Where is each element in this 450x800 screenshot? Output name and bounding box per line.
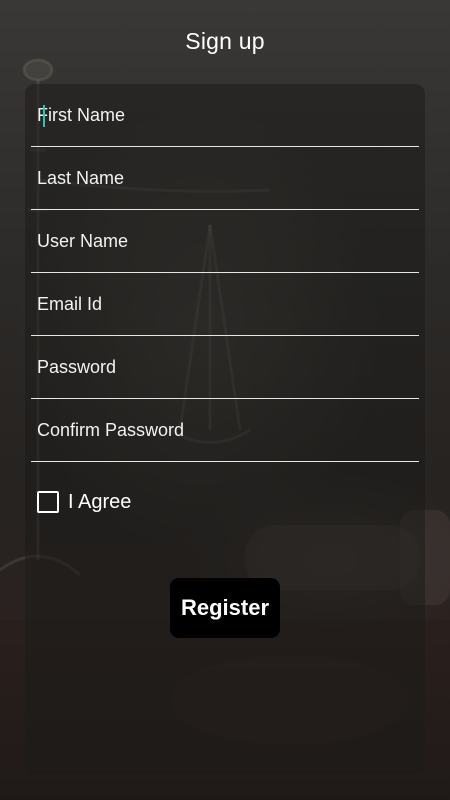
password-field[interactable] — [31, 336, 419, 399]
page-title: Sign up — [185, 28, 265, 54]
email-field[interactable] — [31, 273, 419, 336]
last-name-input[interactable] — [31, 147, 419, 209]
text-cursor — [43, 105, 45, 127]
user-name-field[interactable] — [31, 210, 419, 273]
last-name-field[interactable] — [31, 147, 419, 210]
email-input[interactable] — [31, 273, 419, 335]
first-name-field[interactable] — [31, 84, 419, 147]
agree-checkbox[interactable] — [37, 491, 59, 513]
confirm-password-input[interactable] — [31, 399, 419, 461]
user-name-input[interactable] — [31, 210, 419, 272]
agree-checkbox-row[interactable]: I Agree — [37, 488, 131, 516]
password-input[interactable] — [31, 336, 419, 398]
signup-form-card: I Agree Register — [25, 84, 425, 774]
first-name-input[interactable] — [31, 84, 419, 146]
confirm-password-field[interactable] — [31, 399, 419, 462]
agree-label: I Agree — [68, 490, 132, 513]
register-button[interactable]: Register — [170, 578, 280, 638]
